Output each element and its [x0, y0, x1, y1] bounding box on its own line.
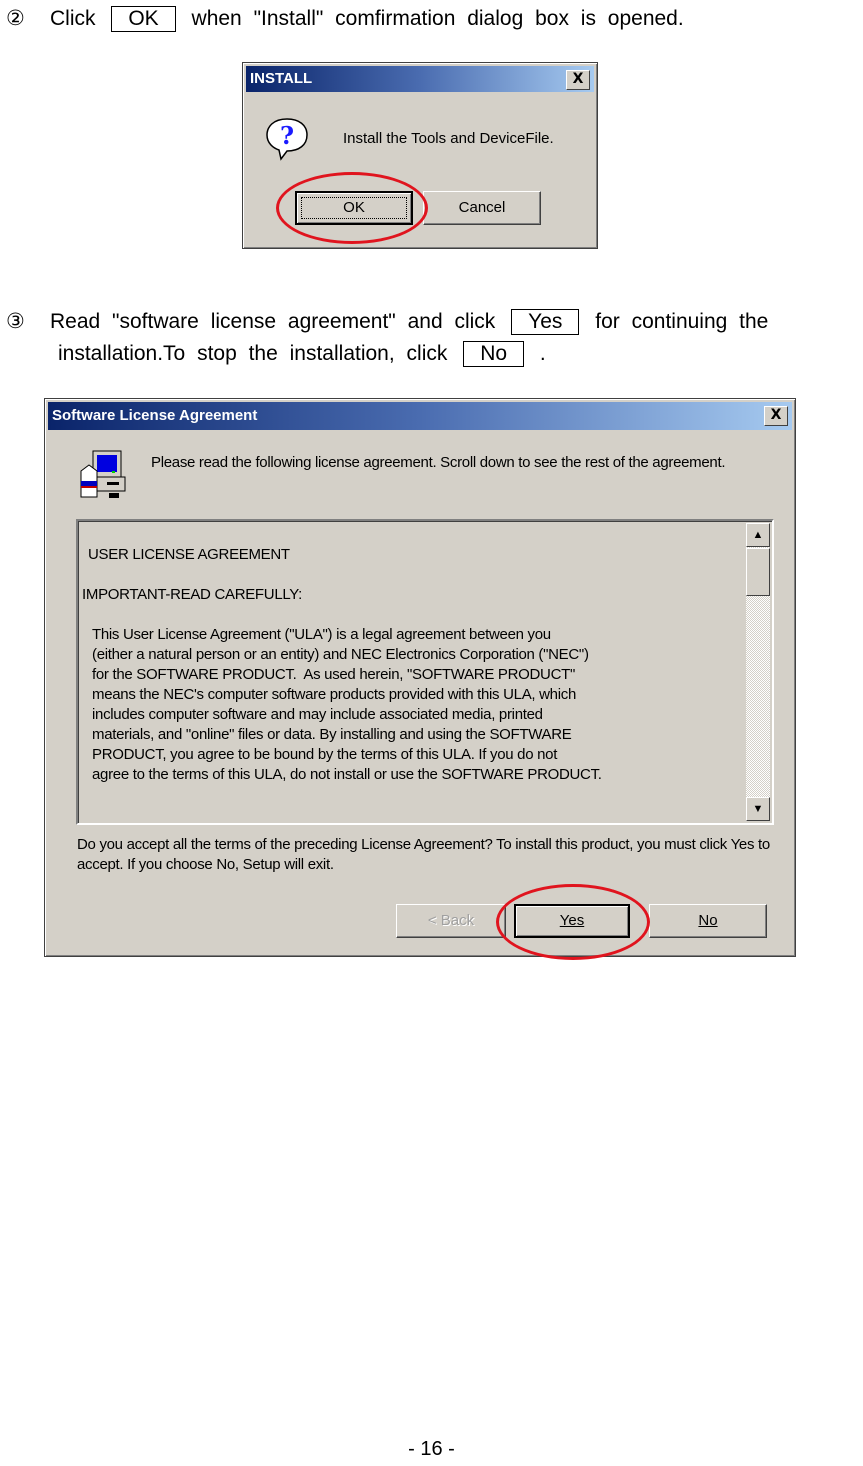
no-button-reference: No [463, 341, 525, 367]
step-3-instruction: ③ Read "software license agreement" and c… [6, 309, 768, 335]
install-message: Install the Tools and DeviceFile. [343, 130, 554, 147]
license-body-line: materials, and "online" files or data. B… [92, 726, 572, 743]
license-body: This User License Agreement ("ULA") is a… [92, 625, 742, 785]
instruction-text: installation.To stop the installation, c… [58, 342, 448, 365]
license-body-line: (either a natural person or an entity) a… [92, 646, 589, 663]
install-dialog-titlebar: INSTALL X [246, 66, 594, 92]
license-subheading: IMPORTANT-READ CAREFULLY: [82, 586, 303, 603]
license-dialog: Software License Agreement X Please read… [44, 398, 796, 957]
license-body-line: This User License Agreement ("ULA") is a… [92, 626, 551, 643]
license-body-line: PRODUCT, you agree to be bound by the te… [92, 746, 558, 763]
license-text-box[interactable]: USER LICENSE AGREEMENT IMPORTANT-READ CA… [76, 519, 774, 825]
license-text: USER LICENSE AGREEMENT IMPORTANT-READ CA… [82, 529, 742, 785]
close-button[interactable]: X [566, 70, 590, 90]
step-marker: ② [6, 7, 25, 30]
ok-button-reference: OK [111, 6, 176, 32]
instruction-text: when "Install" comfirmation dialog box i… [191, 7, 684, 30]
no-button[interactable]: No [649, 904, 767, 938]
setup-computer-icon [79, 447, 131, 503]
page-number: - 16 - [408, 1438, 455, 1460]
dialog-title: Software License Agreement [52, 407, 258, 424]
step-2-instruction: ② Click OK when "Install" comfirmation di… [6, 6, 684, 32]
license-dialog-titlebar: Software License Agreement X [48, 402, 792, 430]
license-body-line: for the SOFTWARE PRODUCT. As used herein… [92, 666, 575, 683]
vertical-scrollbar[interactable]: ▲ ▼ [746, 523, 770, 821]
question-icon: ? [263, 115, 311, 163]
cancel-button[interactable]: Cancel [423, 191, 541, 225]
highlight-circle-ok [276, 172, 428, 244]
license-question: Do you accept all the terms of the prece… [77, 836, 770, 873]
scroll-up-button[interactable]: ▲ [746, 523, 770, 547]
scroll-down-button[interactable]: ▼ [746, 797, 770, 821]
instruction-text: for continuing the [595, 310, 769, 333]
close-button[interactable]: X [764, 406, 788, 426]
instruction-text: Read "software license agreement" and cl… [50, 310, 496, 333]
instruction-text: . [539, 342, 546, 365]
license-intro: Please read the following license agreem… [151, 454, 726, 471]
license-heading: USER LICENSE AGREEMENT [88, 546, 290, 563]
highlight-circle-yes [496, 884, 650, 960]
no-label: No [698, 912, 718, 929]
back-button[interactable]: < Back [396, 904, 506, 938]
instruction-text: Click [50, 7, 96, 30]
scroll-thumb[interactable] [746, 548, 770, 596]
license-body-line: agree to the terms of this ULA, do not i… [92, 766, 602, 783]
license-body-line: means the NEC's computer software produc… [92, 686, 576, 703]
step-marker: ③ [6, 310, 25, 333]
dialog-title: INSTALL [250, 70, 313, 87]
step-3-instruction-line2: installation.To stop the installation, c… [58, 341, 546, 367]
license-body-line: includes computer software and may inclu… [92, 706, 543, 723]
svg-text:?: ? [280, 121, 294, 150]
yes-button-reference: Yes [511, 309, 580, 335]
